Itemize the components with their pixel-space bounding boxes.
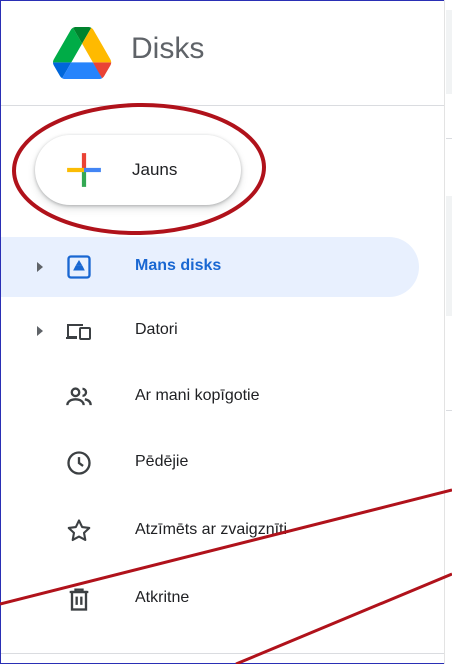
window-frame: Disks Jauns Mans disks Datori Ar mani ko…	[0, 0, 452, 664]
sidebar-item-computers[interactable]: Datori	[1, 301, 419, 361]
sidebar-item-label: Pēdējie	[135, 453, 189, 470]
sidebar-item-trash[interactable]: Atkritne	[1, 569, 419, 629]
main-panel-card-edge	[446, 196, 452, 316]
plus-icon	[67, 153, 101, 187]
recent-clock-icon	[67, 451, 91, 475]
main-panel-divider	[446, 138, 452, 139]
sidebar-item-label: Datori	[135, 321, 178, 338]
shared-with-me-icon	[66, 387, 92, 406]
main-panel-search-edge	[446, 10, 452, 94]
sidebar-item-my-drive[interactable]: Mans disks	[1, 237, 419, 297]
expand-arrow-icon[interactable]	[37, 262, 43, 272]
sidebar-item-label: Mans disks	[135, 257, 222, 274]
sidebar-item-shared-with-me[interactable]: Ar mani kopīgotie	[1, 367, 419, 427]
computers-icon	[66, 324, 91, 340]
sidebar-item-label: Ar mani kopīgotie	[135, 387, 260, 404]
sidebar-item-label: Atkritne	[135, 589, 190, 606]
star-icon	[67, 519, 91, 542]
new-button-label: Jauns	[132, 160, 178, 179]
trash-icon	[69, 588, 89, 611]
sidebar-divider	[1, 653, 446, 654]
main-panel-edge	[444, 0, 452, 664]
sidebar-item-starred[interactable]: Atzīmēts ar zvaigznīti	[1, 501, 419, 561]
new-button[interactable]: Jauns	[35, 135, 241, 205]
expand-arrow-icon[interactable]	[37, 326, 43, 336]
sidebar-item-recent[interactable]: Pēdējie	[1, 433, 419, 493]
app-header: Disks	[1, 1, 446, 106]
app-title: Disks	[131, 32, 205, 65]
sidebar-item-label: Atzīmēts ar zvaigznīti	[135, 521, 288, 538]
drive-logo-icon[interactable]	[51, 27, 113, 79]
main-panel-divider	[446, 410, 452, 411]
my-drive-icon	[67, 255, 91, 279]
